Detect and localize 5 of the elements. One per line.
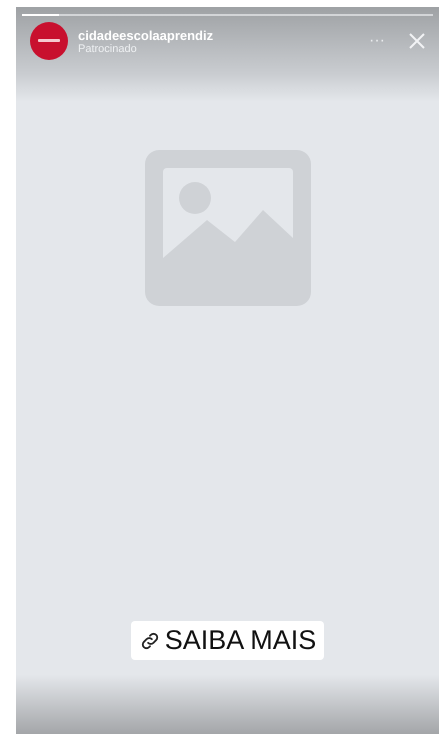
avatar-icon[interactable] bbox=[30, 22, 68, 60]
more-options-button[interactable]: ··· bbox=[369, 32, 385, 50]
sponsored-label: Patrocinado bbox=[78, 42, 137, 54]
username[interactable]: cidadeescolaaprendiz bbox=[78, 28, 360, 42]
learn-more-button[interactable]: SAIBA MAIS bbox=[130, 621, 324, 660]
